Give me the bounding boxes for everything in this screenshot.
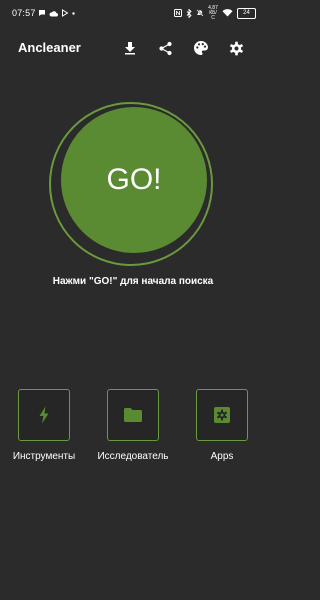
play-store-icon	[61, 9, 69, 17]
palette-icon[interactable]	[191, 38, 211, 58]
hint-text: Нажми "GO!" для начала поиска	[52, 276, 214, 287]
dot-icon	[72, 11, 75, 15]
net-speed: 4,87 КБ/С	[208, 5, 218, 21]
cloud-icon	[49, 10, 58, 17]
net-speed-unit: КБ/С	[209, 9, 217, 21]
nfc-icon	[174, 9, 182, 17]
app-bar: Ancleaner	[0, 30, 266, 66]
settings-icon[interactable]	[226, 38, 246, 58]
battery-indicator: 24	[237, 7, 256, 19]
wifi-icon	[222, 9, 233, 17]
share-icon[interactable]	[155, 38, 175, 58]
apps-button[interactable]	[196, 389, 248, 441]
app-title: Ancleaner	[18, 40, 81, 55]
mute-icon	[196, 9, 204, 17]
download-icon[interactable]	[120, 38, 140, 58]
status-bar: 07:57 4,87 КБ/С 24	[0, 0, 266, 26]
status-left-icons	[38, 7, 75, 19]
folder-icon	[123, 407, 143, 423]
tools-button[interactable]	[18, 389, 70, 441]
explorer-item: Исследователь	[97, 389, 169, 462]
gear-icon	[213, 406, 231, 424]
apps-item: Apps	[192, 389, 252, 462]
notification-bubble-icon	[38, 9, 46, 17]
apps-label: Apps	[210, 451, 234, 462]
status-time: 07:57	[12, 8, 36, 18]
bluetooth-icon	[186, 8, 192, 18]
bolt-icon	[38, 406, 50, 424]
explorer-button[interactable]	[107, 389, 159, 441]
go-button[interactable]: GO!	[61, 107, 207, 253]
tools-item: Инструменты	[13, 389, 75, 462]
status-right-icons: 4,87 КБ/С 24	[174, 5, 256, 21]
